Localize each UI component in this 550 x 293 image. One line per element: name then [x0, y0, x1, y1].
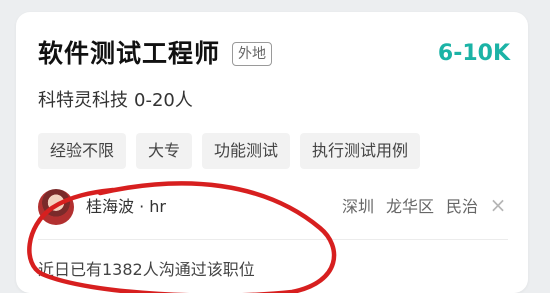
avatar [38, 189, 74, 225]
company-name: 科特灵科技 [38, 90, 128, 111]
job-tags: 经验不限 大专 功能测试 执行测试用例 [38, 133, 421, 169]
company-size: 0-20人 [134, 90, 193, 111]
salary: 6-10K [437, 41, 510, 66]
job-card[interactable]: 软件测试工程师 外地 6-10K 科特灵科技 0-20人 经验不限 大专 功能测试… [16, 12, 528, 293]
job-location: 深圳 龙华区 民治 [342, 195, 478, 219]
company-info: 科特灵科技 0-20人 [38, 89, 193, 113]
location-district: 龙华区 [385, 197, 434, 216]
divider [38, 239, 508, 240]
watermark [464, 277, 544, 289]
close-icon[interactable]: × [488, 193, 508, 217]
job-title: 软件测试工程师 [38, 39, 221, 68]
job-tag: 经验不限 [38, 133, 127, 169]
location-area: 民治 [445, 197, 478, 216]
job-tag: 功能测试 [202, 133, 291, 169]
remote-badge: 外地 [232, 42, 272, 66]
contact-stat: 近日已有1382人沟通过该职位 [38, 260, 255, 279]
recruiter-name: 桂海波 · hr [86, 197, 166, 216]
job-tag: 执行测试用例 [300, 133, 421, 169]
location-city: 深圳 [341, 197, 374, 216]
job-list-page: 软件测试工程师 外地 6-10K 科特灵科技 0-20人 经验不限 大专 功能测试… [0, 0, 550, 293]
job-tag: 大专 [136, 133, 193, 169]
recruiter-row: 桂海波 · hr 深圳 龙华区 民治 × [38, 189, 508, 229]
